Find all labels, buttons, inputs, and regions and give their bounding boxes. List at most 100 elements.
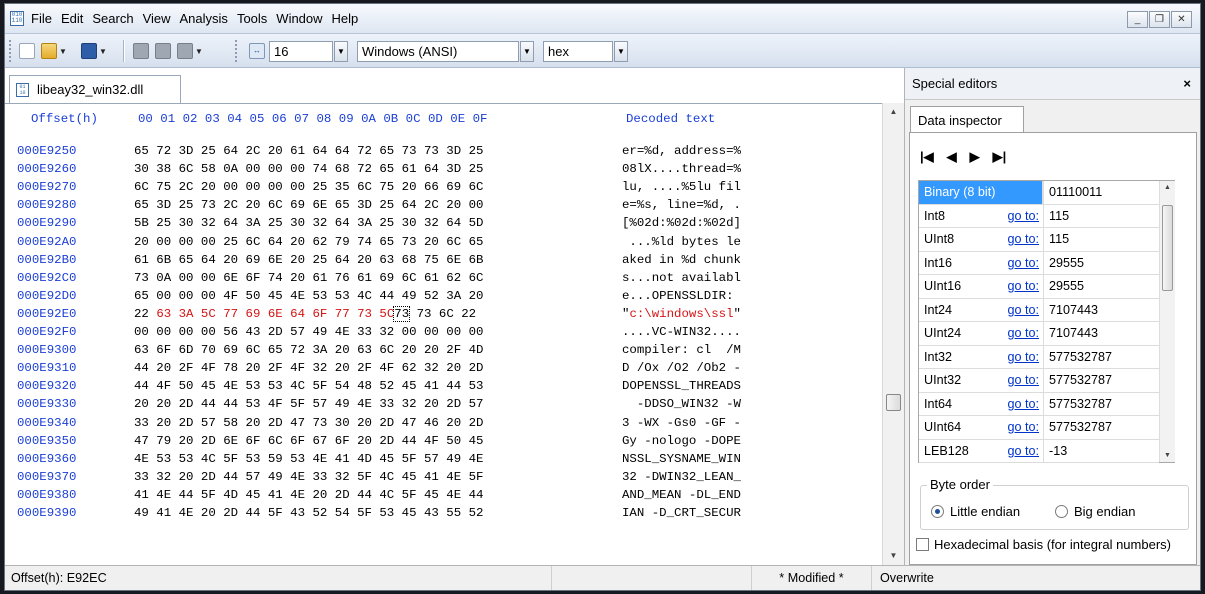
hex-editor[interactable]: Offset(h) 00 01 02 03 04 05 06 07 08 09 … — [5, 103, 882, 565]
menu-item-search[interactable]: Search — [92, 11, 133, 26]
row-decoded[interactable]: D /Ox /O2 /Ob2 - — [622, 359, 741, 377]
hex-row[interactable]: 000E92E0 22 63 3A 5C 77 69 6E 64 6F 77 73… — [5, 305, 875, 323]
print-button[interactable] — [133, 42, 149, 60]
row-decoded[interactable]: 08lX....thread=% — [622, 160, 741, 178]
chevron-down-icon[interactable]: ▼ — [99, 47, 107, 56]
hex-row[interactable]: 000E9260 30 38 6C 58 0A 00 00 00 74 68 72… — [5, 160, 875, 178]
row-decoded[interactable]: AND_MEAN -DL_END — [622, 486, 741, 504]
menu-item-help[interactable]: Help — [332, 11, 359, 26]
type-value[interactable]: 29555 — [1043, 251, 1159, 274]
save-button[interactable]: ▼ — [81, 42, 107, 60]
row-decoded[interactable]: er=%d, address=% — [622, 142, 741, 160]
hex-row[interactable]: 000E92D0 65 00 00 00 4F 50 45 4E 53 53 4C… — [5, 287, 875, 305]
database-button[interactable] — [155, 42, 171, 60]
scroll-up-icon[interactable]: ▲ — [883, 103, 904, 121]
encoding-select[interactable]: Windows (ANSI) — [357, 41, 519, 62]
columns-field[interactable]: 16 — [269, 41, 333, 62]
hex-row[interactable]: 000E9380 41 4E 44 5F 4D 45 41 4E 20 2D 44… — [5, 486, 875, 504]
row-bytes[interactable]: 61 6B 65 64 20 69 6E 20 25 64 20 63 68 7… — [134, 251, 483, 269]
hex-row[interactable]: 000E92F0 00 00 00 00 56 43 2D 57 49 4E 33… — [5, 323, 875, 341]
hex-row[interactable]: 000E9330 20 20 2D 44 44 53 4F 5F 57 49 4E… — [5, 395, 875, 413]
new-file-button[interactable] — [19, 42, 35, 60]
row-bytes[interactable]: 33 20 2D 57 58 20 2D 47 73 30 20 2D 47 4… — [134, 414, 483, 432]
row-decoded[interactable]: Gy -nologo -DOPE — [622, 432, 741, 450]
last-byte-icon[interactable]: ▶| — [993, 149, 1007, 165]
inspector-row[interactable]: Int16 go to: 29555 — [919, 251, 1159, 275]
type-value[interactable]: 29555 — [1043, 275, 1159, 298]
close-panel-icon[interactable]: × — [1183, 76, 1191, 91]
inspector-row[interactable]: UInt24 go to: 7107443 — [919, 322, 1159, 346]
menu-item-view[interactable]: View — [143, 11, 171, 26]
hex-row[interactable]: 000E9370 33 32 20 2D 44 57 49 4E 33 32 5F… — [5, 468, 875, 486]
cursor-byte[interactable]: 73 — [393, 305, 411, 322]
menu-item-edit[interactable]: Edit — [61, 11, 83, 26]
row-bytes[interactable]: 47 79 20 2D 6E 6F 6C 6F 67 6F 20 2D 44 4… — [134, 432, 483, 450]
menu-item-file[interactable]: File — [31, 11, 52, 26]
goto-link[interactable]: go to: — [996, 420, 1043, 434]
highlighted-text[interactable]: c:\windows\ssl — [629, 307, 733, 321]
restore-button[interactable]: ❐ — [1149, 11, 1170, 28]
row-bytes[interactable]: 20 20 2D 44 44 53 4F 5F 57 49 4E 33 32 2… — [134, 395, 483, 413]
first-byte-icon[interactable]: |◀ — [920, 149, 934, 165]
text-span[interactable]: " — [734, 307, 741, 321]
hex-row[interactable]: 000E9340 33 20 2D 57 58 20 2D 47 73 30 20… — [5, 414, 875, 432]
hex-row[interactable]: 000E9320 44 4F 50 45 4E 53 53 4C 5F 54 48… — [5, 377, 875, 395]
byte-span[interactable]: 22 — [134, 307, 156, 321]
scroll-up-icon[interactable]: ▲ — [1160, 184, 1175, 191]
checkbox-icon[interactable] — [916, 538, 929, 551]
type-value[interactable]: -13 — [1043, 439, 1159, 462]
goto-link[interactable]: go to: — [996, 326, 1043, 340]
tab-document[interactable]: 01 10 libeay32_win32.dll — [9, 75, 181, 103]
app-icon[interactable]: 010 110 — [10, 11, 24, 26]
row-bytes[interactable]: 4E 53 53 4C 5F 53 59 53 4E 41 4D 45 5F 5… — [134, 450, 483, 468]
previous-byte-icon[interactable]: ◀ — [947, 149, 957, 165]
row-bytes[interactable]: 30 38 6C 58 0A 00 00 00 74 68 72 65 61 6… — [134, 160, 483, 178]
type-value[interactable]: 577532787 — [1043, 416, 1159, 439]
chevron-down-icon[interactable]: ▼ — [59, 47, 67, 56]
minimize-button[interactable]: _ — [1127, 11, 1148, 28]
goto-link[interactable]: go to: — [996, 350, 1043, 364]
row-decoded[interactable]: DOPENSSL_THREADS — [622, 377, 741, 395]
row-decoded[interactable]: e...OPENSSLDIR: — [622, 287, 741, 305]
row-decoded[interactable]: lu, ....%5lu fil — [622, 178, 741, 196]
next-byte-icon[interactable]: ▶ — [970, 149, 980, 165]
hex-row[interactable]: 000E9390 49 41 4E 20 2D 44 5F 43 52 54 5F… — [5, 504, 875, 522]
goto-link[interactable]: go to: — [996, 444, 1043, 458]
row-bytes[interactable]: 00 00 00 00 56 43 2D 57 49 4E 33 32 00 0… — [134, 323, 483, 341]
scrollbar-thumb[interactable] — [1162, 205, 1173, 291]
scroll-down-icon[interactable]: ▼ — [1160, 452, 1175, 459]
type-value[interactable]: 577532787 — [1043, 345, 1159, 368]
type-value[interactable]: 115 — [1043, 204, 1159, 227]
inspector-row[interactable]: UInt64 go to: 577532787 — [919, 416, 1159, 440]
hex-row[interactable]: 000E9300 63 6F 6D 70 69 6C 65 72 3A 20 63… — [5, 341, 875, 359]
hex-row[interactable]: 000E9280 65 3D 25 73 2C 20 6C 69 6E 65 3D… — [5, 196, 875, 214]
goto-link[interactable]: go to: — [996, 373, 1043, 387]
row-bytes[interactable]: 65 3D 25 73 2C 20 6C 69 6E 65 3D 25 64 2… — [134, 196, 483, 214]
row-bytes[interactable]: 73 0A 00 00 6E 6F 74 20 61 76 61 69 6C 6… — [134, 269, 483, 287]
scroll-down-icon[interactable]: ▼ — [883, 547, 904, 565]
row-bytes[interactable]: 49 41 4E 20 2D 44 5F 43 52 54 5F 53 45 4… — [134, 504, 483, 522]
row-decoded[interactable]: ....VC-WIN32.... — [622, 323, 741, 341]
row-decoded[interactable]: 3 -WX -Gs0 -GF - — [622, 414, 741, 432]
inspector-row[interactable]: Int32 go to: 577532787 — [919, 345, 1159, 369]
menu-item-analysis[interactable]: Analysis — [180, 11, 228, 26]
big-endian-radio[interactable]: Big endian — [1055, 504, 1135, 519]
hex-row[interactable]: 000E9310 44 20 2F 4F 78 20 2F 4F 32 20 2F… — [5, 359, 875, 377]
row-decoded[interactable]: 32 -DWIN32_LEAN_ — [622, 468, 741, 486]
row-bytes[interactable]: 44 20 2F 4F 78 20 2F 4F 32 20 2F 4F 62 3… — [134, 359, 483, 377]
scrollbar-thumb[interactable] — [886, 394, 901, 411]
hex-row[interactable]: 000E92B0 61 6B 65 64 20 69 6E 20 25 64 20… — [5, 251, 875, 269]
row-decoded[interactable]: NSSL_SYSNAME_WIN — [622, 450, 741, 468]
hex-row[interactable]: 000E92C0 73 0A 00 00 6E 6F 74 20 61 76 61… — [5, 269, 875, 287]
chevron-down-icon[interactable]: ▼ — [195, 47, 203, 56]
type-value[interactable]: 577532787 — [1043, 392, 1159, 415]
type-value[interactable]: 7107443 — [1043, 322, 1159, 345]
inspector-row[interactable]: UInt8 go to: 115 — [919, 228, 1159, 252]
row-bytes[interactable]: 33 32 20 2D 44 57 49 4E 33 32 5F 4C 45 4… — [134, 468, 483, 486]
goto-link[interactable]: go to: — [996, 256, 1043, 270]
row-bytes[interactable]: 44 4F 50 45 4E 53 53 4C 5F 54 48 52 45 4… — [134, 377, 483, 395]
goto-link[interactable]: go to: — [996, 209, 1043, 223]
hex-row[interactable]: 000E9270 6C 75 2C 20 00 00 00 00 25 35 6C… — [5, 178, 875, 196]
tab-data-inspector[interactable]: Data inspector — [910, 106, 1024, 133]
hex-row[interactable]: 000E9350 47 79 20 2D 6E 6F 6C 6F 67 6F 20… — [5, 432, 875, 450]
